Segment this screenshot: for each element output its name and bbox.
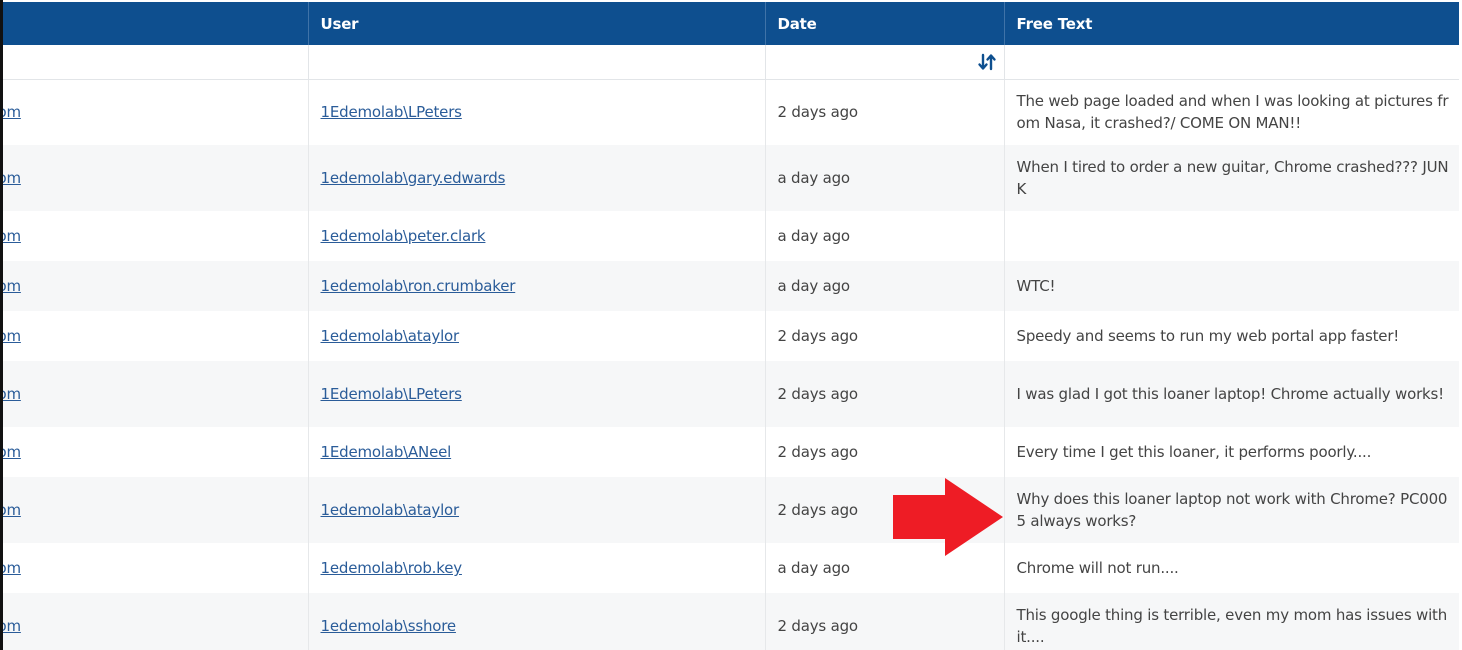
table-row: 1EDemoLab.com 1edemolab\ron.crumbaker a … <box>0 261 1460 311</box>
header-row: User Date Free Text <box>0 2 1460 45</box>
date-cell: a day ago <box>765 211 1005 261</box>
domain-cell: 1EDemoLab.com <box>0 593 309 650</box>
domain-cell: 1EDemoLab.com <box>0 145 309 211</box>
date-cell: a day ago <box>765 261 1005 311</box>
filter-cell-free-text[interactable] <box>1004 45 1460 80</box>
domain-cell: 1EDemoLab.com <box>0 477 309 543</box>
domain-cell: 1EDemoLab.com <box>0 261 309 311</box>
table-row: 1EDemoLab.com 1Edemolab\LPeters 2 days a… <box>0 79 1460 145</box>
user-link[interactable]: 1edemolab\sshore <box>321 617 457 635</box>
user-link[interactable]: 1edemolab\peter.clark <box>321 227 486 245</box>
red-arrow-icon <box>893 478 1003 556</box>
column-header-label: User <box>320 14 359 33</box>
free-text-cell: WTC! <box>1004 261 1460 311</box>
filter-cell-date[interactable] <box>765 45 1005 80</box>
filter-cell-domain[interactable] <box>0 45 309 80</box>
domain-link[interactable]: 1EDemoLab.com <box>0 277 21 295</box>
user-link[interactable]: 1Edemolab\LPeters <box>321 103 462 121</box>
date-cell: 2 days ago <box>765 427 1005 477</box>
user-link[interactable]: 1edemolab\rob.key <box>321 559 463 577</box>
domain-cell: 1EDemoLab.com <box>0 543 309 593</box>
domain-link[interactable]: 1EDemoLab.com <box>0 501 21 519</box>
sort-arrows-icon <box>977 53 996 70</box>
sort-button[interactable] <box>976 51 998 73</box>
table-row: 1EDemoLab.com 1edemolab\peter.clark a da… <box>0 211 1460 261</box>
date-cell: 2 days ago <box>765 311 1005 361</box>
table-row: 1EDemoLab.com 1edemolab\sshore 2 days ag… <box>0 593 1460 650</box>
filter-cell-user[interactable] <box>308 45 766 80</box>
free-text-cell <box>1004 211 1460 261</box>
table-row: 1EDemoLab.com 1edemolab\ataylor 2 days a… <box>0 311 1460 361</box>
feedback-grid: User Date Free Text om 1Edemolab\LPeters… <box>0 0 1462 650</box>
domain-link[interactable]: 1EDemoLab.com <box>0 169 21 187</box>
feedback-table: User Date Free Text om 1Edemolab\LPeters… <box>0 2 1460 650</box>
table-row: 1EDemoLab.com 1edemolab\rob.key a day ag… <box>0 543 1460 593</box>
user-cell: 1edemolab\sshore <box>308 593 766 650</box>
domain-link[interactable]: 1EDemoLab.com <box>0 617 21 635</box>
user-link[interactable]: 1edemolab\ataylor <box>321 327 460 345</box>
domain-link[interactable]: 1EDemoLab.com <box>0 443 21 461</box>
user-cell: 1edemolab\ataylor <box>308 311 766 361</box>
free-text-cell: Chrome will not run.... <box>1004 543 1460 593</box>
table-row: 1EDemoLab.com 1edemolab\ataylor 2 days a… <box>0 477 1460 543</box>
domain-link[interactable]: 1EDemoLab.com <box>0 227 21 245</box>
domain-cell: 1EDemoLab.com <box>0 427 309 477</box>
domain-link[interactable]: 1EDemoLab.com <box>0 103 21 121</box>
user-cell: 1edemolab\gary.edwards <box>308 145 766 211</box>
domain-cell: 1EDemoLab.com <box>0 79 309 145</box>
free-text-cell: When I tired to order a new guitar, Chro… <box>1004 145 1460 211</box>
free-text-cell: Why does this loaner laptop not work wit… <box>1004 477 1460 543</box>
domain-link[interactable]: 1EDemoLab.com <box>0 559 21 577</box>
user-cell: 1Edemolab\ANeel <box>308 427 766 477</box>
table-row: 1EDemoLab.com 1Edemolab\LPeters 2 days a… <box>0 361 1460 427</box>
date-cell: a day ago <box>765 145 1005 211</box>
free-text-cell: This google thing is terrible, even my m… <box>1004 593 1460 650</box>
free-text-cell: Speedy and seems to run my web portal ap… <box>1004 311 1460 361</box>
user-cell: 1edemolab\ataylor <box>308 477 766 543</box>
user-cell: 1edemolab\peter.clark <box>308 211 766 261</box>
user-link[interactable]: 1edemolab\ataylor <box>321 501 460 519</box>
column-header-user[interactable]: User <box>308 2 766 45</box>
user-cell: 1Edemolab\LPeters <box>308 79 766 145</box>
domain-cell: 1EDemoLab.com <box>0 311 309 361</box>
user-cell: 1edemolab\rob.key <box>308 543 766 593</box>
column-header-free-text[interactable]: Free Text <box>1004 2 1460 45</box>
domain-cell: 1EDemoLab.com <box>0 361 309 427</box>
free-text-cell: The web page loaded and when I was looki… <box>1004 79 1460 145</box>
table-row: 1EDemoLab.com 1edemolab\gary.edwards a d… <box>0 145 1460 211</box>
left-border <box>0 0 3 650</box>
date-cell: 2 days ago <box>765 593 1005 650</box>
user-cell: 1Edemolab\LPeters <box>308 361 766 427</box>
user-link[interactable]: 1Edemolab\ANeel <box>321 443 452 461</box>
table-row: 1EDemoLab.com 1Edemolab\ANeel 2 days ago… <box>0 427 1460 477</box>
date-cell: 2 days ago <box>765 361 1005 427</box>
domain-link[interactable]: 1EDemoLab.com <box>0 385 21 403</box>
domain-cell: 1EDemoLab.com <box>0 211 309 261</box>
filter-row <box>0 45 1460 80</box>
free-text-cell: I was glad I got this loaner laptop! Chr… <box>1004 361 1460 427</box>
user-link[interactable]: 1edemolab\gary.edwards <box>321 169 506 187</box>
free-text-cell: Every time I get this loaner, it perform… <box>1004 427 1460 477</box>
user-link[interactable]: 1Edemolab\LPeters <box>321 385 462 403</box>
user-link[interactable]: 1edemolab\ron.crumbaker <box>321 277 516 295</box>
column-header-domain[interactable] <box>0 2 309 45</box>
date-cell: 2 days ago <box>765 79 1005 145</box>
user-cell: 1edemolab\ron.crumbaker <box>308 261 766 311</box>
column-header-label: Free Text <box>1016 14 1093 33</box>
column-header-label: Date <box>777 14 817 33</box>
domain-link[interactable]: 1EDemoLab.com <box>0 327 21 345</box>
column-header-date[interactable]: Date <box>765 2 1005 45</box>
